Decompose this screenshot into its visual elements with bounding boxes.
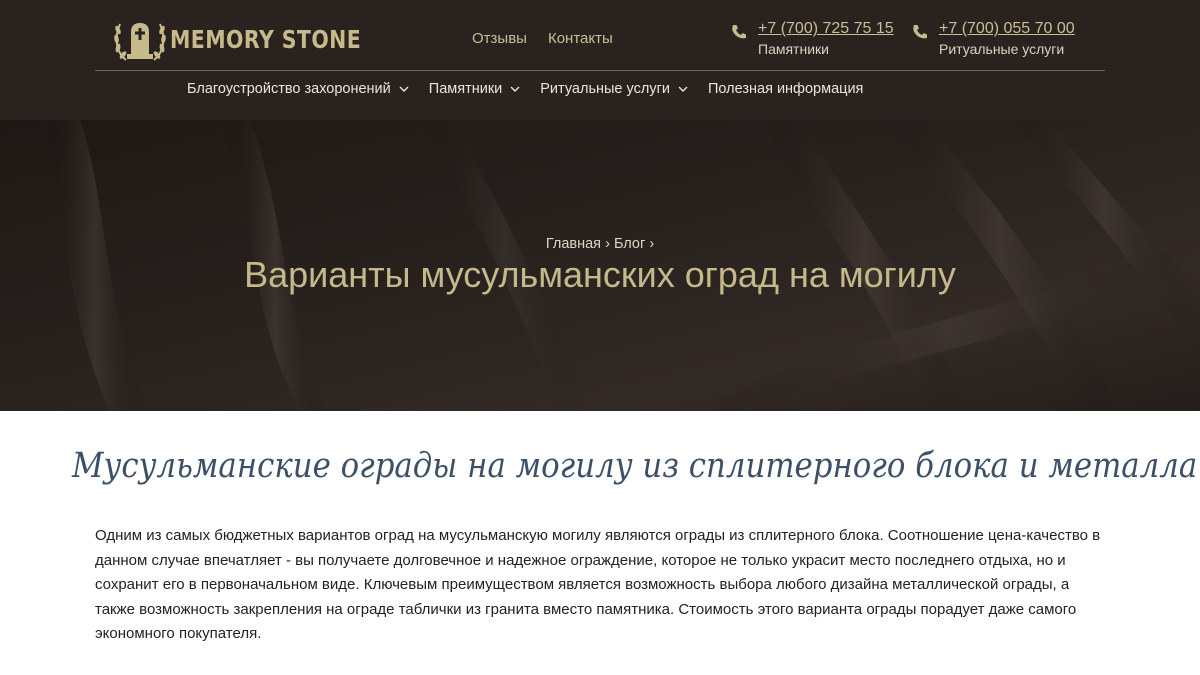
nav-item-label: Ритуальные услуги: [540, 81, 670, 97]
contacts-link[interactable]: Контакты: [548, 30, 613, 47]
nav-item-monuments[interactable]: Памятники: [429, 81, 521, 97]
nav-item-label: Памятники: [428, 81, 503, 97]
nav-item-ritual-services[interactable]: Ритуальные услуги: [540, 81, 688, 97]
chevron-down-icon: [399, 86, 409, 92]
hero-banner: Главная › Блог › Варианты мусульманских …: [0, 120, 1200, 411]
chevron-down-icon: [678, 86, 688, 92]
logo[interactable]: MEMORY STONE: [112, 14, 403, 64]
nav-item-burial-improvement[interactable]: Благоустройство захоронений: [187, 81, 409, 97]
phone-label-ritual: Ритуальные услуги: [939, 41, 1065, 57]
breadcrumb: Главная › Блог ›: [0, 236, 1200, 252]
phone-number-ritual[interactable]: +7 (700) 055 70 00: [939, 20, 1075, 38]
site-header: MEMORY STONE Отзывы Контакты +7 (700) 72…: [0, 0, 1200, 120]
phone-number-monuments[interactable]: +7 (700) 725 75 15: [758, 20, 894, 38]
phone-monuments: +7 (700) 725 75 15 Памятники: [730, 20, 894, 57]
nav-item-useful-info[interactable]: Полезная информация: [708, 81, 863, 97]
laurel-tombstone-icon: [114, 23, 166, 61]
section-heading: Мусульманские ограды на могилу из сплите…: [72, 446, 1198, 486]
phone-label-monuments: Памятники: [758, 41, 829, 57]
nav-item-label: Полезная информация: [707, 81, 864, 97]
page-title: Варианты мусульманских оград на могилу: [244, 254, 956, 295]
breadcrumb-separator: ›: [649, 236, 655, 252]
header-divider: [95, 70, 1105, 71]
phone-ritual: +7 (700) 055 70 00 Ритуальные услуги: [911, 20, 1075, 57]
breadcrumb-blog[interactable]: Блог: [614, 236, 645, 252]
nav-item-label: Благоустройство захоронений: [187, 81, 391, 97]
article-paragraph: Одним из самых бюджетных вариантов оград…: [95, 527, 1101, 642]
breadcrumb-home[interactable]: Главная: [546, 236, 601, 252]
logo-text: MEMORY STONE: [170, 24, 362, 54]
main-nav: Благоустройство захоронений Памятники Ри…: [187, 81, 863, 97]
chevron-down-icon: [510, 86, 520, 92]
breadcrumb-separator: ›: [605, 236, 614, 252]
top-links: Отзывы Контакты: [472, 30, 613, 47]
phone-icon: [732, 25, 746, 39]
phone-icon: [913, 25, 927, 39]
reviews-link[interactable]: Отзывы: [472, 30, 527, 47]
